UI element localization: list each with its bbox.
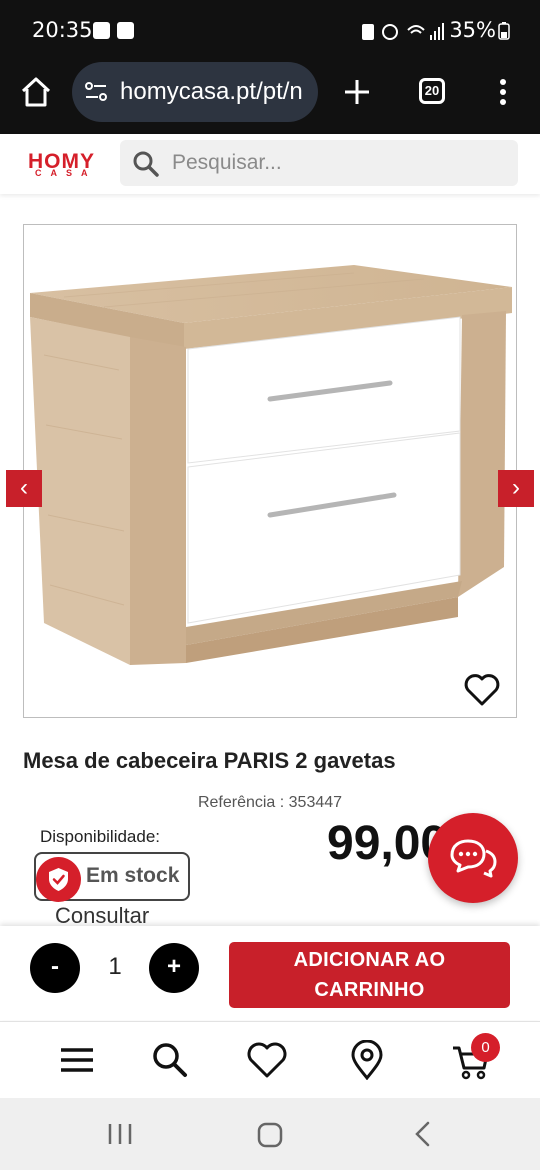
next-image-button[interactable]: › <box>498 470 534 507</box>
chevron-left-icon: ‹ <box>20 474 28 501</box>
chevron-right-icon: › <box>512 474 520 501</box>
search-input[interactable] <box>172 148 502 178</box>
menu-icon[interactable] <box>57 1040 97 1080</box>
favorites-heart-icon[interactable] <box>247 1040 287 1080</box>
search-box[interactable] <box>120 140 518 186</box>
add-to-cart-button[interactable]: ADICIONAR AO CARRINHO <box>229 942 510 1008</box>
cart-count-badge: 0 <box>471 1033 500 1062</box>
product-image-frame <box>23 224 517 718</box>
battery-percentage: 35% <box>449 18 496 42</box>
shield-check-icon <box>36 857 81 902</box>
add-to-cart-line1: ADICIONAR AO <box>293 949 446 971</box>
product-image <box>30 265 512 665</box>
home-icon[interactable] <box>20 76 52 108</box>
quantity-value[interactable]: 1 <box>100 953 130 981</box>
add-to-cart-line2: CARRINHO <box>314 979 425 1001</box>
search-nav-icon[interactable] <box>150 1040 190 1080</box>
wishlist-heart-icon[interactable] <box>464 673 500 707</box>
site-logo-sub: CASA <box>35 168 97 178</box>
back-icon[interactable] <box>413 1121 431 1147</box>
search-icon <box>133 151 159 177</box>
add-to-cart-bar: - 1 + ADICIONAR AO CARRINHO <box>0 926 540 1020</box>
home-system-icon[interactable] <box>257 1122 283 1148</box>
availability-label: Disponibilidade: <box>40 827 161 846</box>
store-location-icon[interactable] <box>347 1040 387 1080</box>
battery-icon <box>498 22 510 40</box>
more-options-icon[interactable] <box>498 78 508 106</box>
chat-bubbles-icon <box>450 839 497 878</box>
product-title: Mesa de cabeceira PARIS 2 gavetas <box>23 748 396 773</box>
status-icons <box>362 23 444 40</box>
site-header: HOMY CASA <box>0 134 540 194</box>
recent-apps-icon[interactable] <box>107 1122 133 1146</box>
prev-image-button[interactable]: ‹ <box>6 470 42 507</box>
browser-toolbar: homycasa.pt/pt/n 20 <box>0 62 540 134</box>
chat-button[interactable] <box>428 813 518 903</box>
gallery-notification-icon <box>93 22 110 39</box>
url-text[interactable]: homycasa.pt/pt/n <box>120 78 312 106</box>
status-time: 20:35 <box>32 18 93 42</box>
check-notification-icon <box>117 22 134 39</box>
quantity-decrease-button[interactable]: - <box>30 943 80 993</box>
new-tab-icon[interactable] <box>343 78 371 106</box>
site-settings-icon[interactable] <box>84 80 108 104</box>
address-bar[interactable]: homycasa.pt/pt/n <box>72 62 318 122</box>
system-navigation-bar <box>0 1098 540 1170</box>
stock-status-text: Em stock <box>86 864 180 887</box>
quantity-increase-button[interactable]: + <box>149 943 199 993</box>
status-bar: 20:35 35% <box>0 0 540 62</box>
bottom-navigation: 0 <box>0 1021 540 1098</box>
tab-switcher-button[interactable]: 20 <box>419 78 445 104</box>
product-reference: Referência : 353447 <box>197 794 343 811</box>
